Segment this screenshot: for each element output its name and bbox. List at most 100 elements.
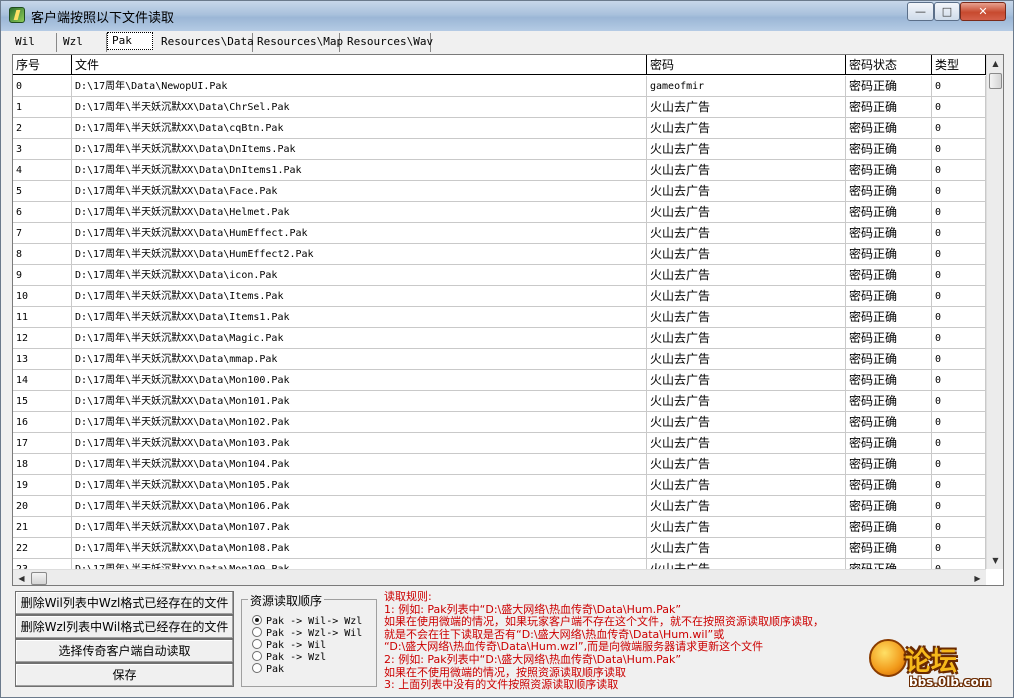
cell-file: D:\17周年\半天妖沉默XX\Data\Magic.Pak	[72, 328, 647, 349]
file-grid[interactable]: 序号 文件 密码 密码状态 类型 0 D:\17周年\Data\NewopUI.P…	[12, 54, 1004, 586]
delete-wil-duplicates-button[interactable]: 删除Wil列表中Wzl格式已经存在的文件	[15, 591, 234, 615]
table-row[interactable]: 15 D:\17周年\半天妖沉默XX\Data\Mon101.Pak 火山去广告 密码…	[13, 391, 986, 412]
cell-index: 13	[13, 349, 72, 370]
cell-file: D:\17周年\半天妖沉默XX\Data\cqBtn.Pak	[72, 118, 647, 139]
cell-file: D:\17周年\半天妖沉默XX\Data\Mon103.Pak	[72, 433, 647, 454]
order-option-2[interactable]: Pak -> Wzl-> Wil	[252, 627, 362, 639]
cell-index: 20	[13, 496, 72, 517]
table-row[interactable]: 14 D:\17周年\半天妖沉默XX\Data\Mon100.Pak 火山去广告 密码…	[13, 370, 986, 391]
horizontal-scrollbar[interactable]: ◀ ▶	[13, 569, 986, 585]
tab-wzl[interactable]: Wzl	[59, 33, 107, 52]
horizontal-scroll-thumb[interactable]	[31, 572, 47, 585]
radio-icon[interactable]	[252, 627, 262, 637]
cell-password: 火山去广告	[647, 160, 846, 181]
table-row[interactable]: 11 D:\17周年\半天妖沉默XX\Data\Items1.Pak 火山去广告 密码…	[13, 307, 986, 328]
cell-password-status: 密码正确	[846, 538, 932, 559]
cell-index: 4	[13, 160, 72, 181]
scroll-up-arrow-icon[interactable]: ▲	[987, 55, 1003, 72]
cell-type: 0	[932, 286, 986, 307]
table-row[interactable]: 2 D:\17周年\半天妖沉默XX\Data\cqBtn.Pak 火山去广告 密码正确…	[13, 118, 986, 139]
save-button[interactable]: 保存	[15, 663, 234, 687]
tab-wil[interactable]: Wil	[11, 33, 57, 52]
col-header-index[interactable]: 序号	[13, 55, 72, 75]
table-row[interactable]: 8 D:\17周年\半天妖沉默XX\Data\HumEffect2.Pak 火山去广…	[13, 244, 986, 265]
table-row[interactable]: 20 D:\17周年\半天妖沉默XX\Data\Mon106.Pak 火山去广告 密码…	[13, 496, 986, 517]
cell-password-status: 密码正确	[846, 412, 932, 433]
cell-index: 11	[13, 307, 72, 328]
order-option-5[interactable]: Pak	[252, 663, 284, 675]
table-row[interactable]: 19 D:\17周年\半天妖沉默XX\Data\Mon105.Pak 火山去广告 密码…	[13, 475, 986, 496]
tab-pak[interactable]: Pak	[107, 32, 153, 50]
scroll-down-arrow-icon[interactable]: ▼	[987, 552, 1003, 569]
delete-wzl-duplicates-button[interactable]: 删除Wzl列表中Wil格式已经存在的文件	[15, 615, 234, 639]
grid-body: 序号 文件 密码 密码状态 类型 0 D:\17周年\Data\NewopUI.P…	[13, 55, 986, 569]
table-row[interactable]: 21 D:\17周年\半天妖沉默XX\Data\Mon107.Pak 火山去广告 密码…	[13, 517, 986, 538]
table-row[interactable]: 3 D:\17周年\半天妖沉默XX\Data\DnItems.Pak 火山去广告 密码…	[13, 139, 986, 160]
table-row[interactable]: 0 D:\17周年\Data\NewopUI.Pak gameofmir 密码正确 0	[13, 76, 986, 97]
close-button[interactable]: ✕	[960, 2, 1006, 21]
tab-resources-data[interactable]: Resources\Data	[157, 33, 254, 52]
col-header-type[interactable]: 类型	[932, 55, 986, 75]
table-row[interactable]: 4 D:\17周年\半天妖沉默XX\Data\DnItems1.Pak 火山去广告密…	[13, 160, 986, 181]
radio-icon[interactable]	[252, 639, 262, 649]
cell-file: D:\17周年\半天妖沉默XX\Data\HumEffect2.Pak	[72, 244, 647, 265]
cell-password-status: 密码正确	[846, 328, 932, 349]
read-rules-text: 读取规则: 1: 例如: Pak列表中“D:\盛大网络\热血传奇\Data\Hu…	[384, 590, 884, 692]
table-row[interactable]: 5 D:\17周年\半天妖沉默XX\Data\Face.Pak 火山去广告 密码正确 0	[13, 181, 986, 202]
col-header-file[interactable]: 文件	[72, 55, 647, 75]
vertical-scrollbar[interactable]: ▲ ▼	[986, 55, 1003, 569]
table-row[interactable]: 18 D:\17周年\半天妖沉默XX\Data\Mon104.Pak 火山去广告 密码…	[13, 454, 986, 475]
table-row[interactable]: 12 D:\17周年\半天妖沉默XX\Data\Magic.Pak 火山去广告 密码正…	[13, 328, 986, 349]
cell-file: D:\17周年\半天妖沉默XX\Data\Mon105.Pak	[72, 475, 647, 496]
col-header-password-status[interactable]: 密码状态	[846, 55, 932, 75]
minimize-button[interactable]: —	[907, 2, 934, 21]
tab-resources-map[interactable]: Resources\Map	[253, 33, 343, 52]
order-option-4[interactable]: Pak -> Wzl	[252, 651, 326, 663]
table-row[interactable]: 6 D:\17周年\半天妖沉默XX\Data\Helmet.Pak 火山去广告 密码正…	[13, 202, 986, 223]
vertical-scroll-thumb[interactable]	[989, 73, 1002, 89]
tab-resources-wav[interactable]: Resources\Wav	[343, 33, 433, 52]
cell-type: 0	[932, 538, 986, 559]
table-row[interactable]: 23D:\17周年\半天妖沉默XX\Data\Mon109.Pak火山去广告密码…	[13, 559, 986, 569]
maximize-button[interactable]: □	[934, 2, 960, 21]
title-bar[interactable]: 客户端按照以下文件读取 — □ ✕	[1, 1, 1013, 31]
scroll-right-arrow-icon[interactable]: ▶	[969, 570, 986, 585]
cell-password: 火山去广告	[647, 265, 846, 286]
cell-index: 16	[13, 412, 72, 433]
cell-file: D:\17周年\半天妖沉默XX\Data\icon.Pak	[72, 265, 647, 286]
window-title: 客户端按照以下文件读取	[31, 11, 175, 26]
cell-password-status: 密码正确	[846, 433, 932, 454]
cell-password: 火山去广告	[647, 139, 846, 160]
cell-password: 火山去广告	[647, 202, 846, 223]
cell-password: 火山去广告	[647, 118, 846, 139]
cell-password: 火山去广告	[647, 181, 846, 202]
radio-selected-icon[interactable]	[252, 615, 262, 625]
radio-icon[interactable]	[252, 651, 262, 661]
table-row[interactable]: 1 D:\17周年\半天妖沉默XX\Data\ChrSel.Pak 火山去广告 密码正…	[13, 97, 986, 118]
order-option-1[interactable]: Pak -> Wil-> Wzl	[252, 615, 362, 627]
radio-icon[interactable]	[252, 663, 262, 673]
table-row[interactable]: 16 D:\17周年\半天妖沉默XX\Data\Mon102.Pak 火山去广告 密码…	[13, 412, 986, 433]
cell-file: D:\17周年\半天妖沉默XX\Data\Items1.Pak	[72, 307, 647, 328]
table-row[interactable]: 22 D:\17周年\半天妖沉默XX\Data\Mon108.Pak 火山去广告 密码…	[13, 538, 986, 559]
order-option-3[interactable]: Pak -> Wil	[252, 639, 326, 651]
cell-file: D:\17周年\半天妖沉默XX\Data\Items.Pak	[72, 286, 647, 307]
cell-password-status: 密码正确	[846, 307, 932, 328]
scroll-left-arrow-icon[interactable]: ◀	[13, 570, 30, 585]
table-row[interactable]: 13 D:\17周年\半天妖沉默XX\Data\mmap.Pak 火山去广告 密码正确…	[13, 349, 986, 370]
cell-password-status: 密码正确	[846, 454, 932, 475]
table-row[interactable]: 17 D:\17周年\半天妖沉默XX\Data\Mon103.Pak 火山去广告 密码…	[13, 433, 986, 454]
cell-password: 火山去广告	[647, 412, 846, 433]
cell-file: D:\17周年\半天妖沉默XX\Data\Mon107.Pak	[72, 517, 647, 538]
cell-type: 0	[932, 454, 986, 475]
col-header-password[interactable]: 密码	[647, 55, 846, 75]
cell-type: 0	[932, 559, 986, 569]
cell-type: 0	[932, 370, 986, 391]
select-client-button[interactable]: 选择传奇客户端自动读取	[15, 639, 234, 663]
cell-password-status: 密码正确	[846, 559, 932, 569]
cell-type: 0	[932, 97, 986, 118]
table-row[interactable]: 7 D:\17周年\半天妖沉默XX\Data\HumEffect.Pak 火山去广告…	[13, 223, 986, 244]
table-row[interactable]: 10 D:\17周年\半天妖沉默XX\Data\Items.Pak 火山去广告 密码正…	[13, 286, 986, 307]
cell-type: 0	[932, 118, 986, 139]
table-row[interactable]: 9 D:\17周年\半天妖沉默XX\Data\icon.Pak 火山去广告 密码正确 0	[13, 265, 986, 286]
